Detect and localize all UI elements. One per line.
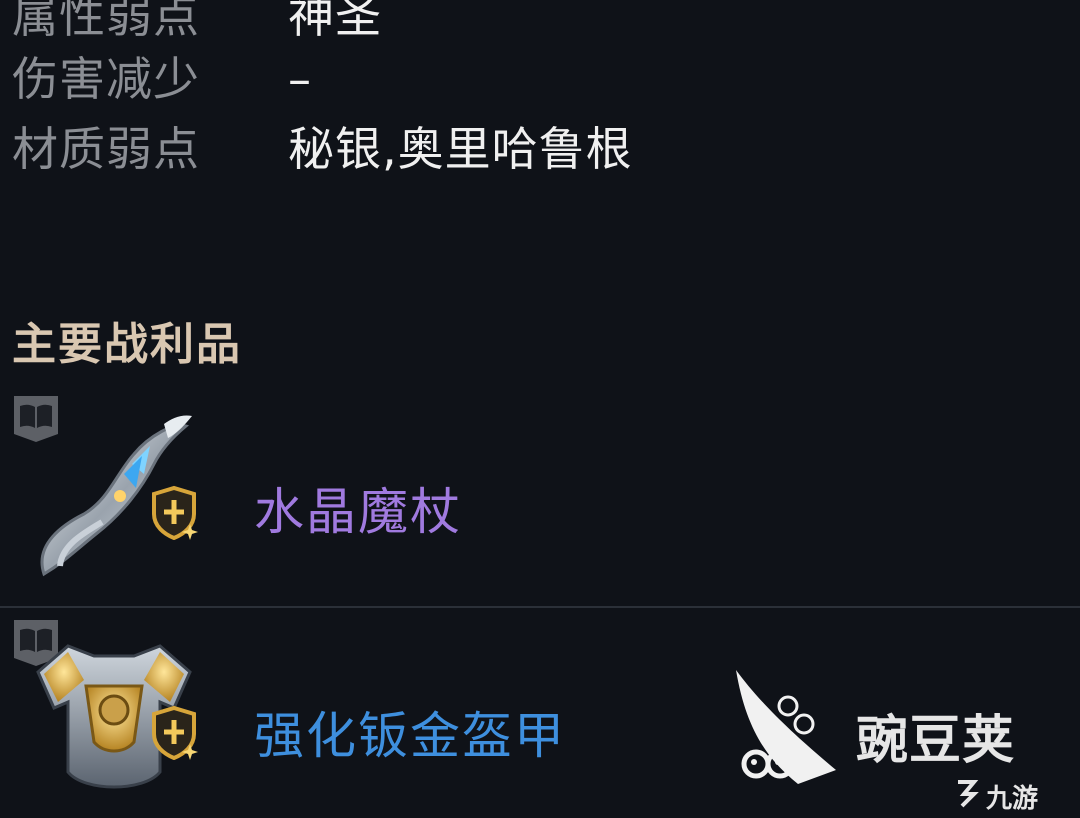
loot-item-crystal-staff[interactable]: 水晶魔杖 [0, 394, 1080, 604]
stat-value: 秘银,奥里哈鲁根 [288, 122, 633, 176]
holy-class-icon [152, 485, 198, 540]
loot-item-name: 水晶魔杖 [254, 483, 462, 541]
stat-label: 材质弱点 [12, 122, 200, 176]
stats-table: 属性弱点 神圣 伤害减少 – 材质弱点 秘银,奥里哈鲁根 [12, 0, 912, 184]
stat-row-material-weakness: 材质弱点 秘银,奥里哈鲁根 [12, 114, 912, 184]
holy-class-icon [152, 705, 198, 760]
stat-label: 属性弱点 [12, 0, 200, 43]
stat-row-damage-reduction: 伤害减少 – [12, 44, 912, 114]
stat-value: – [288, 52, 312, 106]
stat-label: 伤害减少 [12, 52, 200, 106]
loot-item-name: 强化钣金盔甲 [254, 707, 566, 765]
stat-row-attribute-weakness: 属性弱点 神圣 [12, 0, 912, 44]
stat-value: 神圣 [288, 0, 382, 43]
loot-item-plate-armor[interactable]: 强化钣金盔甲 [0, 606, 1080, 818]
loot-section-title: 主要战利品 [12, 319, 242, 370]
